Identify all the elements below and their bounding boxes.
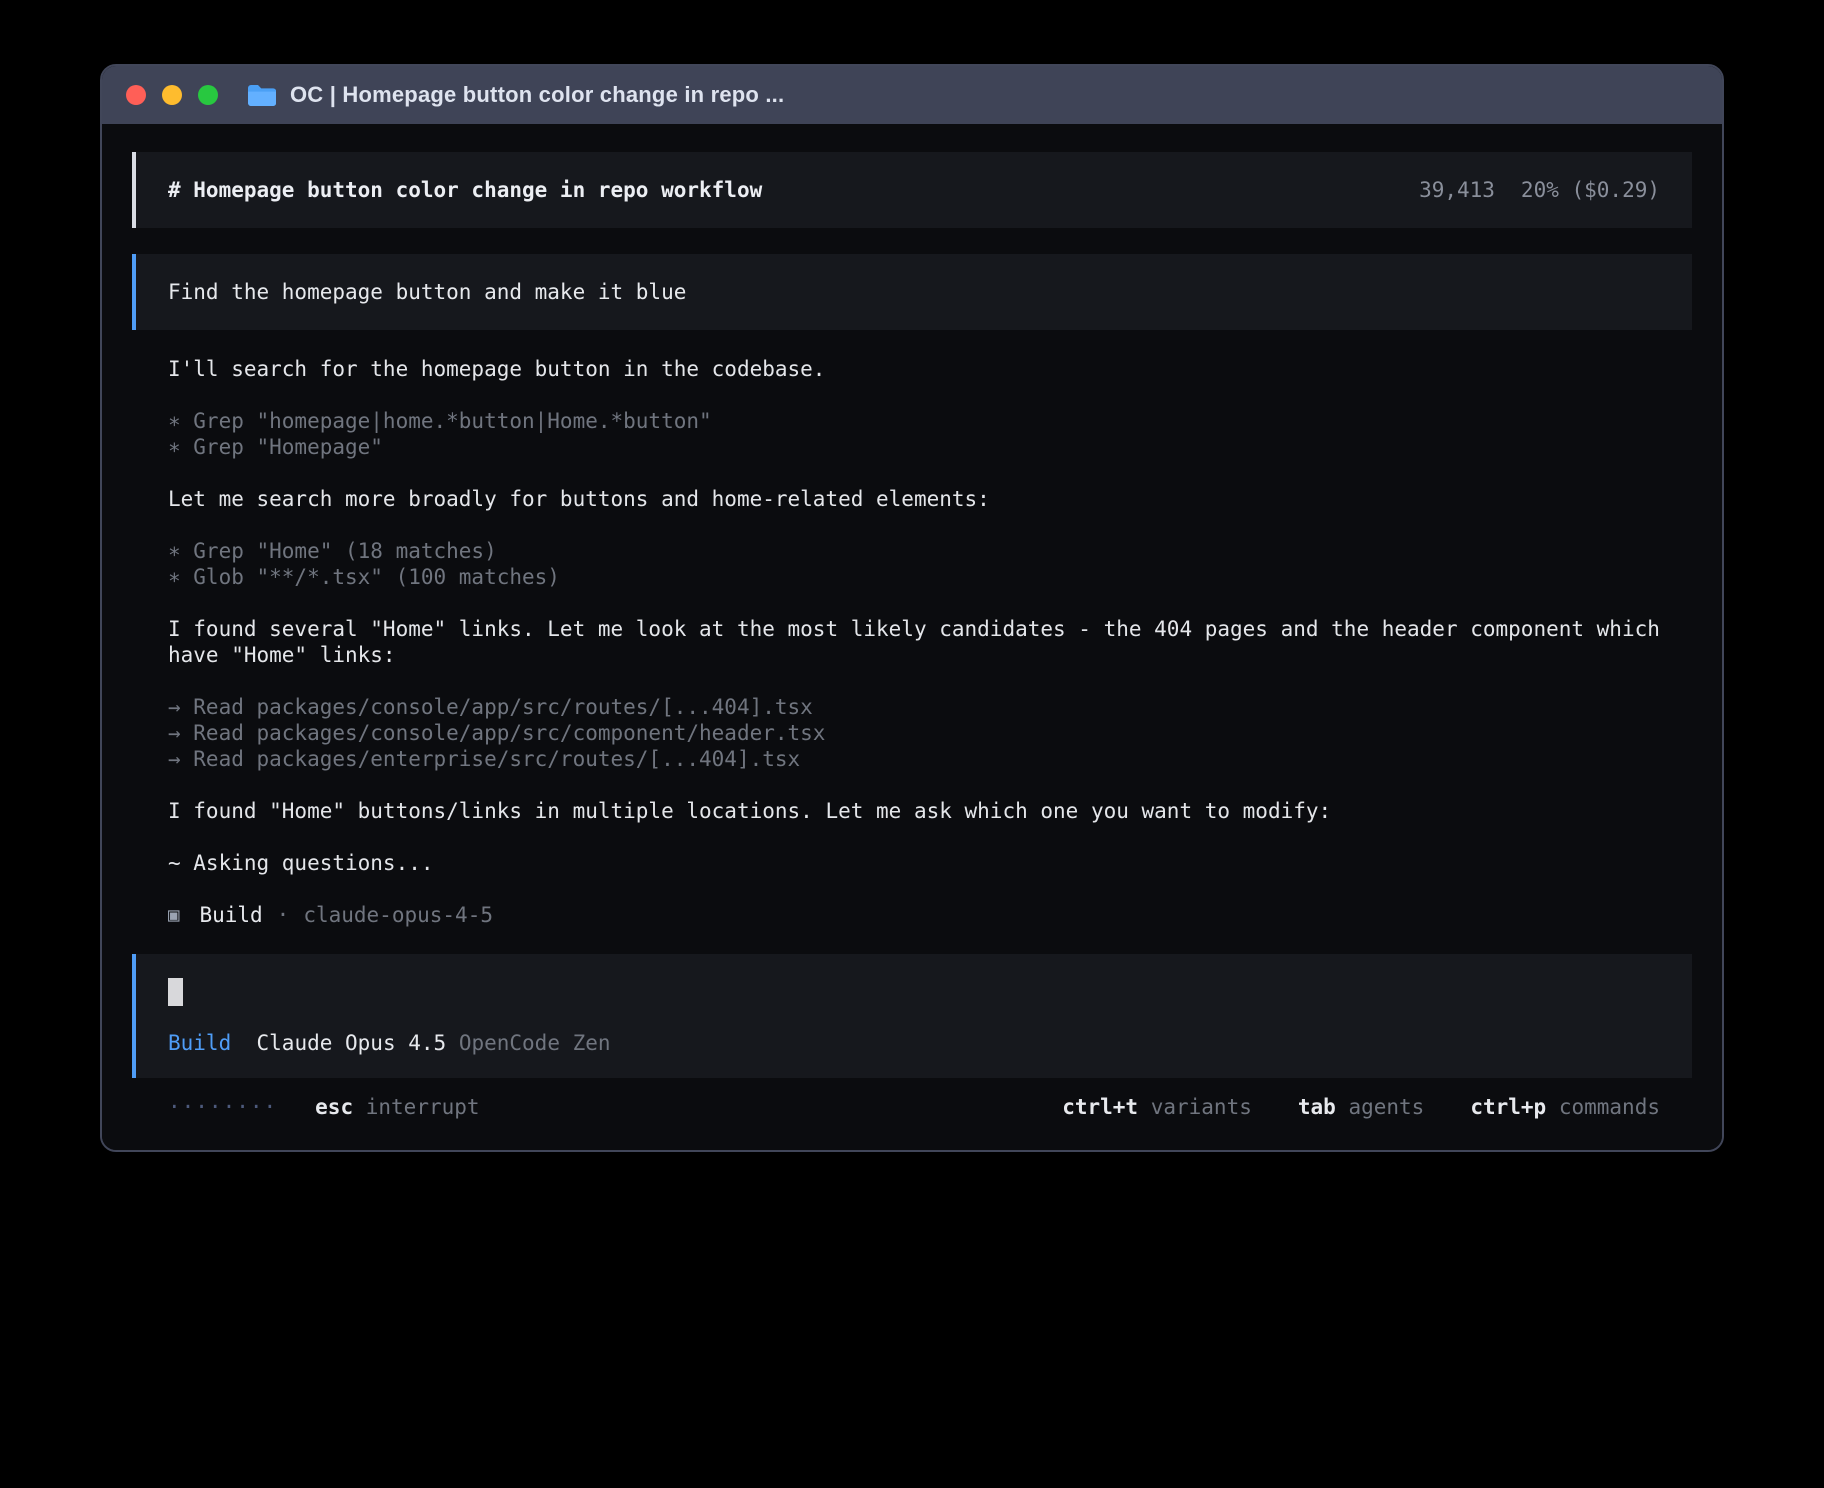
interrupt-label: interrupt: [366, 1095, 480, 1119]
tool-call-group: → Read packages/console/app/src/routes/[…: [168, 694, 1692, 772]
variants-hint: ctrl+t variants: [1062, 1094, 1252, 1120]
agents-label: agents: [1348, 1095, 1424, 1119]
commands-hint: ctrl+p commands: [1470, 1094, 1660, 1120]
spacer: [1138, 1095, 1151, 1119]
commands-label: commands: [1559, 1095, 1660, 1119]
titlebar: OC | Homepage button color change in rep…: [102, 66, 1722, 124]
agents-hint: tab agents: [1298, 1094, 1424, 1120]
status-bar: ········ esc interrupt ctrl+t variants t…: [132, 1094, 1692, 1120]
window-title-area: OC | Homepage button color change in rep…: [246, 82, 784, 108]
agent-square-icon: ▣: [168, 902, 179, 928]
spacer: [353, 1095, 366, 1119]
status-line: ~ Asking questions...: [168, 850, 1692, 876]
tool-line-grep: ∗ Grep "Homepage": [168, 434, 1692, 460]
agent-separator: ·: [277, 902, 290, 928]
esc-key: esc: [315, 1095, 353, 1119]
terminal-content: # Homepage button color change in repo w…: [102, 124, 1722, 1150]
status-bar-right: ctrl+t variants tab agents ctrl+p comman…: [1062, 1094, 1660, 1120]
traffic-lights: [126, 85, 218, 105]
close-button[interactable]: [126, 85, 146, 105]
minimize-button[interactable]: [162, 85, 182, 105]
tool-call-group: ∗ Grep "homepage|home.*button|Home.*butt…: [168, 408, 1692, 460]
assistant-text: I'll search for the homepage button in t…: [168, 356, 1692, 382]
tool-line-read: → Read packages/enterprise/src/routes/[.…: [168, 746, 1692, 772]
spacer: [1546, 1095, 1559, 1119]
session-title: # Homepage button color change in repo w…: [168, 178, 762, 202]
window-title: OC | Homepage button color change in rep…: [290, 82, 784, 108]
desktop-background: OC | Homepage button color change in rep…: [0, 0, 1824, 1488]
spacer: [446, 1030, 459, 1056]
token-count: 39,413: [1419, 178, 1495, 202]
folder-icon: [246, 83, 276, 108]
model-name: Claude Opus 4.5: [257, 1030, 447, 1056]
status-bar-left: ········ esc interrupt: [168, 1094, 480, 1120]
assistant-text: I found "Home" buttons/links in multiple…: [168, 798, 1692, 824]
session-stats: 39,413 20% ($0.29): [1419, 178, 1660, 202]
zoom-button[interactable]: [198, 85, 218, 105]
spacer: [1336, 1095, 1349, 1119]
model-status-row: Build Claude Opus 4.5 OpenCode Zen: [168, 1030, 1660, 1056]
tool-line-grep: ∗ Grep "Home" (18 matches): [168, 538, 1692, 564]
prompt-input[interactable]: Build Claude Opus 4.5 OpenCode Zen: [132, 954, 1692, 1078]
user-message: Find the homepage button and make it blu…: [132, 254, 1692, 330]
interrupt-hint: esc interrupt: [315, 1094, 479, 1120]
tab-key: tab: [1298, 1095, 1336, 1119]
ctrl-t-key: ctrl+t: [1062, 1095, 1138, 1119]
variants-label: variants: [1151, 1095, 1252, 1119]
mode-label: Build: [168, 1030, 231, 1056]
agent-row: ▣ Build · claude-opus-4-5: [168, 902, 1692, 928]
terminal-window: OC | Homepage button color change in rep…: [100, 64, 1724, 1152]
provider-name: OpenCode Zen: [459, 1030, 611, 1056]
spacer: [231, 1030, 256, 1056]
session-header: # Homepage button color change in repo w…: [132, 152, 1692, 228]
assistant-text: Let me search more broadly for buttons a…: [168, 486, 1692, 512]
tool-call-group: ∗ Grep "Home" (18 matches) ∗ Glob "**/*.…: [168, 538, 1692, 590]
assistant-text: I found several "Home" links. Let me loo…: [168, 616, 1692, 668]
transcript: I'll search for the homepage button in t…: [132, 356, 1692, 928]
spinner-dots-icon: ········: [168, 1094, 277, 1120]
context-usage: 20% ($0.29): [1521, 178, 1660, 202]
agent-model: claude-opus-4-5: [303, 902, 493, 928]
agent-name: Build: [199, 902, 262, 928]
tool-line-read: → Read packages/console/app/src/componen…: [168, 720, 1692, 746]
text-cursor[interactable]: [168, 978, 183, 1006]
tool-line-read: → Read packages/console/app/src/routes/[…: [168, 694, 1692, 720]
tool-line-glob: ∗ Glob "**/*.tsx" (100 matches): [168, 564, 1692, 590]
ctrl-p-key: ctrl+p: [1470, 1095, 1546, 1119]
tool-line-grep: ∗ Grep "homepage|home.*button|Home.*butt…: [168, 408, 1692, 434]
